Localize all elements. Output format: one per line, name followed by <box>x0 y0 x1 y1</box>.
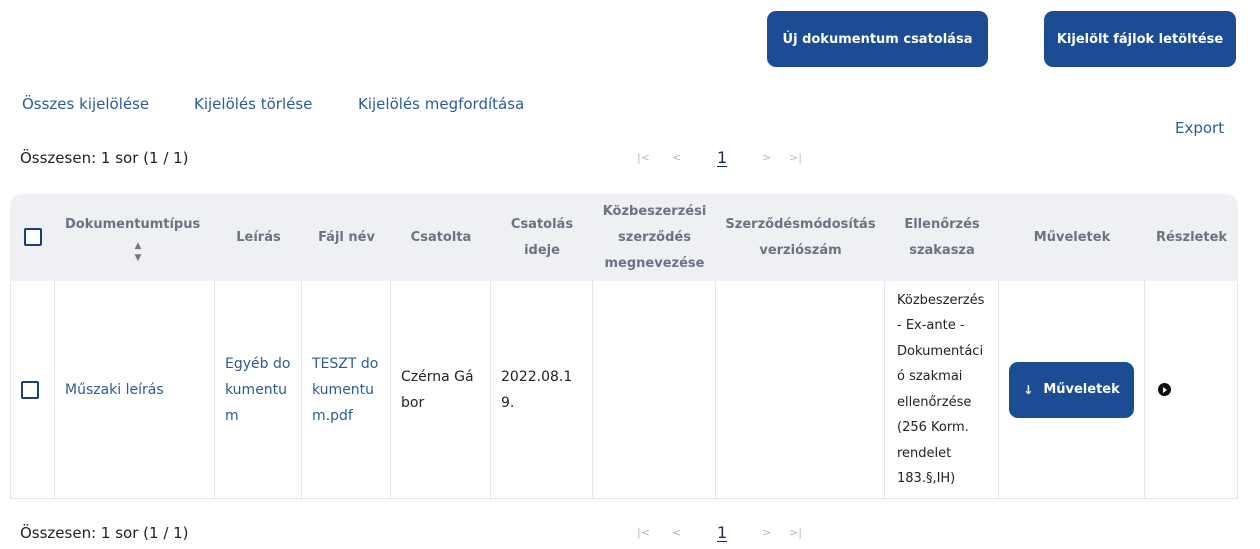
description-cell[interactable]: Egyéb dokumentum <box>215 281 302 499</box>
header-review-phase: Ellenőrzés szakasza <box>885 194 999 281</box>
header-actions: Műveletek <box>999 194 1145 281</box>
next-page-icon[interactable]: > <box>762 151 771 164</box>
download-selected-button[interactable]: Kijelölt fájlok letöltése <box>1044 11 1236 67</box>
header-attached-by: Csatolta <box>391 194 491 281</box>
next-page-icon[interactable]: > <box>762 526 771 539</box>
invert-selection-link[interactable]: Kijelölés megfordítása <box>358 95 524 113</box>
pagination-bottom: |< < 1 > >| <box>634 523 814 543</box>
doc-type-cell[interactable]: Műszaki leírás <box>55 281 215 499</box>
first-page-icon[interactable]: |< <box>637 526 650 539</box>
row-count-summary-bottom: Összesen: 1 sor (1 / 1) <box>20 524 189 542</box>
header-file-name: Fájl név <box>302 194 391 281</box>
review-phase-cell: Közbeszerzés - Ex-ante - Dokumentáció sz… <box>885 281 999 499</box>
header-select-all-cell <box>10 194 55 281</box>
current-page[interactable]: 1 <box>717 148 727 167</box>
table-header-row: Dokumentumtípus ▲ ▼ Leírás Fájl név Csato… <box>10 194 1238 281</box>
row-select-cell <box>10 281 55 499</box>
actions-cell: ↓ Műveletek <box>999 281 1145 499</box>
attached-by-cell: Czérna Gábor <box>391 281 491 499</box>
amendment-version-cell <box>716 281 885 499</box>
header-doc-type-label: Dokumentumtípus <box>65 216 201 232</box>
current-page[interactable]: 1 <box>717 523 727 542</box>
header-contract-name: Közbeszerzési szerződés megnevezése <box>593 194 716 281</box>
clear-selection-link[interactable]: Kijelölés törlése <box>194 95 312 113</box>
pagination: |< < 1 > >| <box>634 148 814 168</box>
select-all-checkbox[interactable] <box>23 228 42 246</box>
prev-page-icon[interactable]: < <box>672 526 681 539</box>
attached-at-cell: 2022.08.19. <box>491 281 593 499</box>
attach-document-button[interactable]: Új dokumentum csatolása <box>767 11 988 67</box>
first-page-icon[interactable]: |< <box>637 151 650 164</box>
file-name-link[interactable]: TESZT dokumentum.pdf <box>302 281 391 499</box>
row-checkbox[interactable] <box>21 380 39 399</box>
header-attached-at: Csatolás ideje <box>491 194 593 281</box>
actions-menu-button[interactable]: ↓ Műveletek <box>1009 361 1134 418</box>
last-page-icon[interactable]: >| <box>789 526 802 539</box>
play-circle-icon[interactable] <box>1158 383 1171 396</box>
sort-icon[interactable]: ▲ ▼ <box>65 240 211 264</box>
header-details: Részletek <box>1145 194 1238 281</box>
contract-name-cell <box>593 281 716 499</box>
last-page-icon[interactable]: >| <box>789 151 802 164</box>
export-link[interactable]: Export <box>1175 119 1224 137</box>
header-doc-type[interactable]: Dokumentumtípus ▲ ▼ <box>55 194 215 281</box>
arrow-down-icon: ↓ <box>1023 382 1034 397</box>
header-amendment-version: Szerződésmódosítás verziószám <box>716 194 885 281</box>
documents-table: Dokumentumtípus ▲ ▼ Leírás Fájl név Csato… <box>10 194 1238 499</box>
table-row: Műszaki leírás Egyéb dokumentum TESZT do… <box>10 281 1238 499</box>
prev-page-icon[interactable]: < <box>672 151 681 164</box>
actions-menu-label: Műveletek <box>1043 381 1120 397</box>
select-all-link[interactable]: Összes kijelölése <box>22 95 149 113</box>
header-description: Leírás <box>215 194 302 281</box>
details-cell <box>1145 281 1238 499</box>
row-count-summary: Összesen: 1 sor (1 / 1) <box>20 149 189 167</box>
